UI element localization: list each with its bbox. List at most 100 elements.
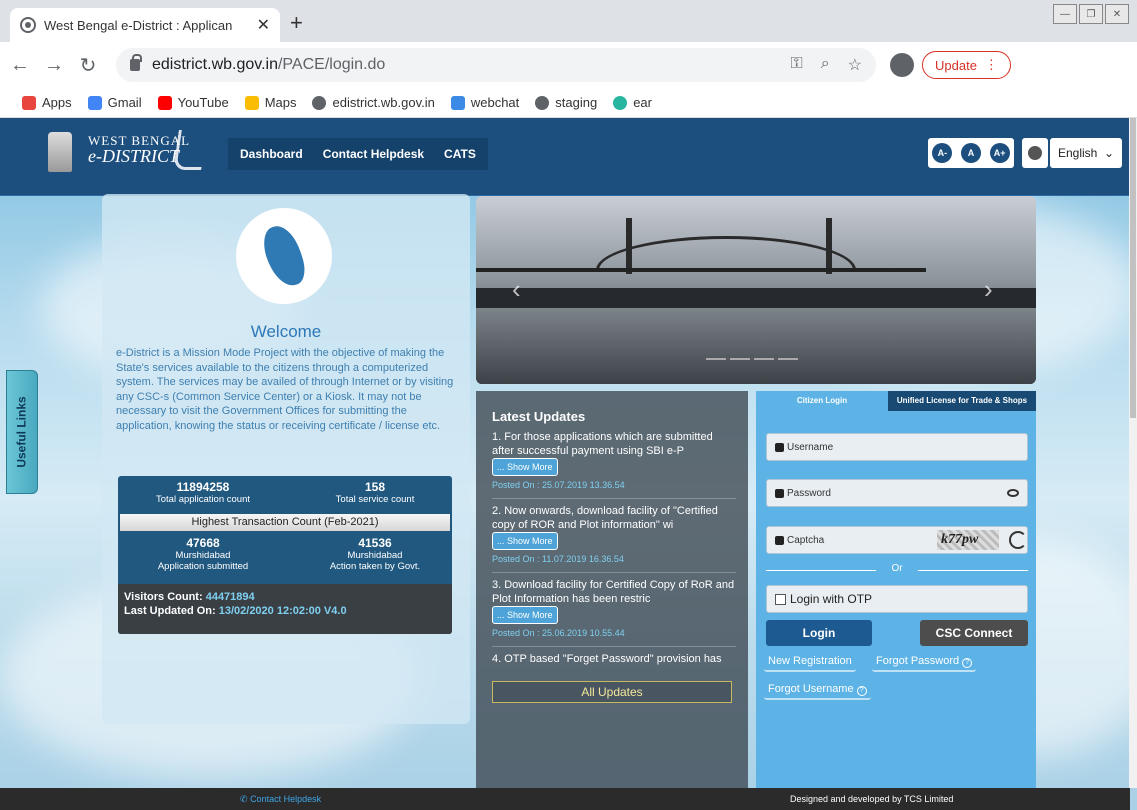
welcome-description: e-District is a Mission Mode Project wit… xyxy=(116,347,454,432)
posted-date: Posted On : 25.06.2019 10.55.44 xyxy=(492,628,625,638)
carousel-dot[interactable] xyxy=(706,358,726,360)
youtube-icon xyxy=(157,95,172,110)
useful-links-tab[interactable]: Useful Links xyxy=(6,370,38,494)
carousel-indicators xyxy=(706,358,798,360)
update-item: 2. Now onwards, download facility of "Ce… xyxy=(492,504,736,573)
nav-cats[interactable]: CATS xyxy=(444,147,476,161)
forgot-username-link[interactable]: Forgot Username ? xyxy=(764,678,871,700)
zoom-icon[interactable]: ⌕ xyxy=(821,55,830,75)
captcha-input[interactable]: Captcha k77pw xyxy=(766,526,1028,554)
tab-citizen-login[interactable]: Citizen Login xyxy=(756,391,888,411)
bridge-truss xyxy=(596,236,856,270)
update-text: 1. For those applications which are subm… xyxy=(492,431,713,457)
webchat-icon xyxy=(450,95,465,110)
url-host: edistrict.wb.gov.in xyxy=(152,56,278,73)
site-footer: ✆ Contact Helpdesk Designed and develope… xyxy=(0,788,1130,810)
total-application-stat: 11894258 Total application count xyxy=(128,480,278,505)
bookmark-youtube[interactable]: YouTube xyxy=(157,95,229,110)
visitors-count: 44471894 xyxy=(205,591,255,603)
update-button[interactable]: Update ⋮ xyxy=(922,51,1011,79)
font-reset-button[interactable]: A xyxy=(960,143,981,163)
bookmark-webchat[interactable]: webchat xyxy=(450,95,519,110)
star-icon[interactable]: ☆ xyxy=(848,55,862,75)
eye-icon[interactable] xyxy=(1007,489,1019,497)
latest-updates-title: Latest Updates xyxy=(492,409,586,424)
password-input[interactable]: Password xyxy=(766,479,1028,507)
hero-skyline xyxy=(476,288,1036,308)
minimize-icon[interactable]: — xyxy=(1053,4,1077,24)
show-more-button[interactable]: ... Show More xyxy=(492,606,558,624)
nav-contact-helpdesk[interactable]: Contact Helpdesk xyxy=(323,147,424,161)
stats-box: 11894258 Total application count 158 Tot… xyxy=(118,476,452,634)
url-path: /PACE/login.do xyxy=(277,56,386,73)
language-select[interactable]: English ⌄ xyxy=(1050,138,1122,168)
carousel-dot[interactable] xyxy=(754,358,774,360)
show-more-button[interactable]: ... Show More xyxy=(492,532,558,550)
carousel-next-icon[interactable]: › xyxy=(984,274,993,305)
action-taken-stat: 41536 Murshidabad Action taken by Govt. xyxy=(300,536,450,572)
checkbox-icon[interactable] xyxy=(775,593,786,605)
globe-icon xyxy=(535,95,550,110)
forgot-password-link[interactable]: Forgot Password ? xyxy=(872,650,977,672)
nav-dashboard[interactable]: Dashboard xyxy=(240,147,303,161)
refresh-icon[interactable] xyxy=(1009,531,1027,549)
more-icon: ⋮ xyxy=(984,57,998,72)
scrollbar-thumb[interactable] xyxy=(1130,118,1136,418)
footer-credit: Designed and developed by TCS Limited xyxy=(790,794,954,804)
carousel-dot[interactable] xyxy=(778,358,798,360)
show-more-button[interactable]: ... Show More xyxy=(492,458,558,476)
bookmark-gmail[interactable]: Gmail xyxy=(87,95,142,110)
footer-contact-link[interactable]: ✆ Contact Helpdesk xyxy=(240,794,321,805)
apps-icon xyxy=(22,95,36,110)
font-decrease-button[interactable]: A- xyxy=(932,143,953,163)
last-updated-value: 13/02/2020 12:02:00 V4.0 xyxy=(218,605,347,617)
close-icon[interactable]: ✕ xyxy=(257,15,270,35)
font-increase-button[interactable]: A+ xyxy=(989,143,1010,163)
captcha-image: k77pw xyxy=(937,530,999,550)
username-placeholder: Username xyxy=(787,441,834,453)
bookmark-staging[interactable]: staging xyxy=(535,95,597,110)
forgot-password-label: Forgot Password xyxy=(876,655,960,667)
forward-icon[interactable]: → xyxy=(40,54,68,77)
bookmark-edistrict[interactable]: edistrict.wb.gov.in xyxy=(312,95,435,110)
restore-icon[interactable]: ❐ xyxy=(1079,4,1103,24)
login-panel: Citizen Login Unified License for Trade … xyxy=(756,391,1036,810)
csc-connect-button[interactable]: CSC Connect xyxy=(920,620,1028,646)
new-registration-link[interactable]: New Registration xyxy=(764,650,856,672)
applications-submitted-stat: 47668 Murshidabad Application submitted xyxy=(128,536,278,572)
window-close-icon[interactable]: ✕ xyxy=(1105,4,1129,24)
tab-title: West Bengal e-District : Applican xyxy=(44,17,233,33)
back-icon[interactable]: ← xyxy=(6,54,34,77)
page-scrollbar[interactable] xyxy=(1129,118,1137,788)
bookmark-label: Gmail xyxy=(107,95,142,110)
bookmark-ear[interactable]: ear xyxy=(613,95,652,110)
last-updated-label: Last Updated On: xyxy=(124,605,216,617)
reload-icon[interactable]: ↻ xyxy=(74,53,102,78)
update-label: Update xyxy=(935,57,977,73)
update-item: 3. Download facility for Certified Copy … xyxy=(492,578,736,647)
update-text: 4. OTP based "Forget Password" provision… xyxy=(492,653,722,665)
browser-tab[interactable]: West Bengal e-District : Applican ✕ xyxy=(10,8,280,42)
lock-icon xyxy=(130,54,142,71)
help-icon: ? xyxy=(962,658,973,668)
brand-map-icon xyxy=(173,130,207,170)
url-input[interactable]: edistrict.wb.gov.in/PACE/login.do ⚿ ⌕ ☆ xyxy=(116,48,876,82)
hero-river xyxy=(476,308,1036,384)
site-header: WEST BENGAL e-DISTRICT Dashboard Contact… xyxy=(0,118,1130,196)
key-icon[interactable]: ⚿ xyxy=(791,55,803,75)
login-with-otp-checkbox[interactable]: Login with OTP xyxy=(766,585,1028,613)
bookmark-apps[interactable]: Apps xyxy=(22,95,72,110)
latest-updates-panel: Latest Updates 1. For those applications… xyxy=(476,391,748,810)
update-text: 3. Download facility for Certified Copy … xyxy=(492,579,735,605)
bookmark-maps[interactable]: Maps xyxy=(244,95,296,110)
carousel-prev-icon[interactable]: ‹ xyxy=(512,274,521,305)
tab-unified-license[interactable]: Unified License for Trade & Shops xyxy=(888,391,1036,411)
username-input[interactable]: Username xyxy=(766,433,1028,461)
carousel-dot[interactable] xyxy=(730,358,750,360)
profile-avatar[interactable] xyxy=(890,53,914,77)
new-tab-button[interactable]: + xyxy=(290,10,303,36)
action-taken-label: Action taken by Govt. xyxy=(329,561,421,572)
login-button[interactable]: Login xyxy=(766,620,872,646)
bookmark-label: ear xyxy=(633,95,652,110)
all-updates-button[interactable]: All Updates xyxy=(492,681,732,703)
